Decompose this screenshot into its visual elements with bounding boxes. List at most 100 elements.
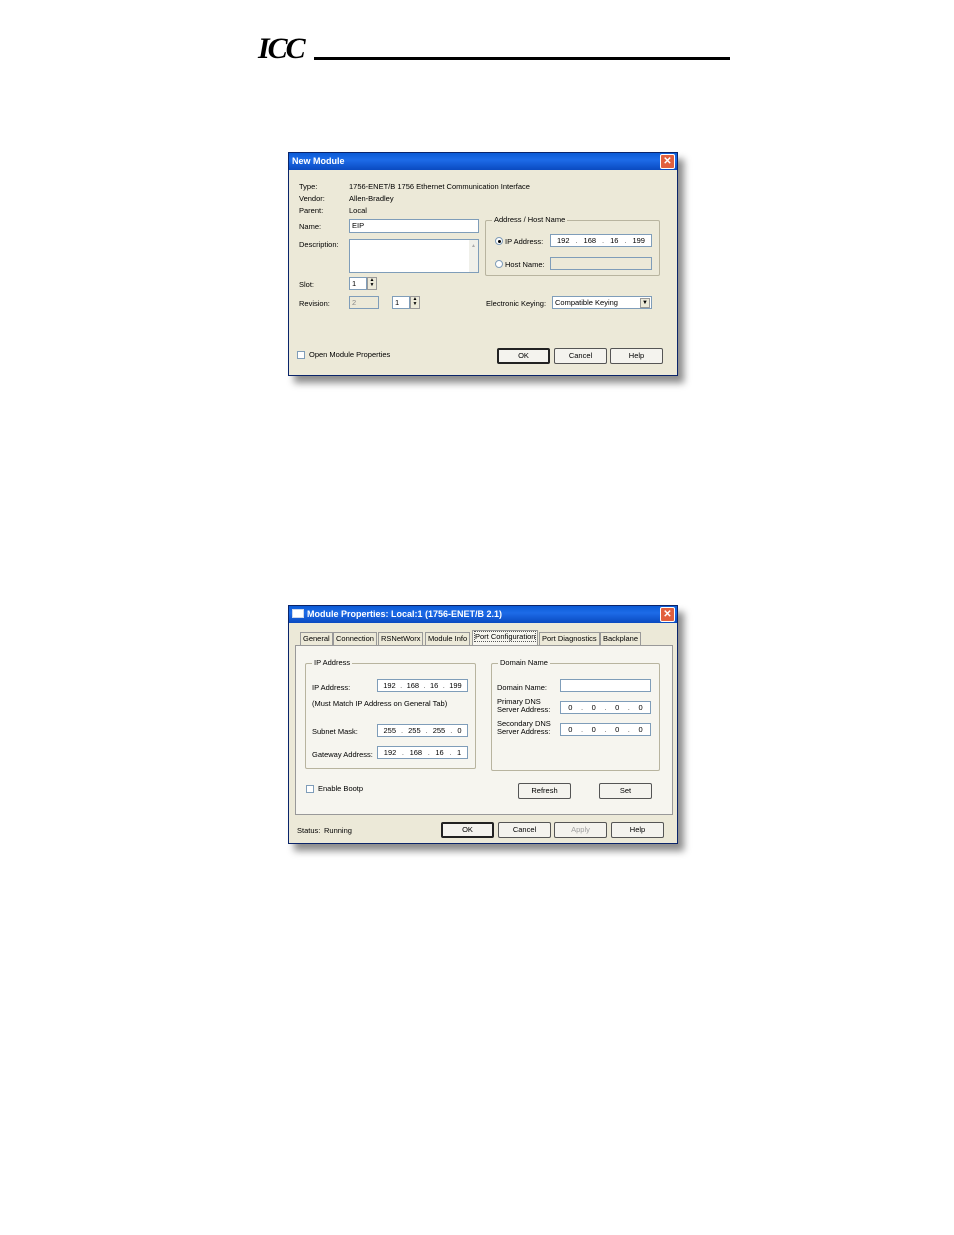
electronic-keying-label: Electronic Keying: [486, 299, 547, 308]
ok-button[interactable]: OK [441, 822, 494, 838]
tab-label: RSNetWorx [381, 634, 421, 643]
tab-module-info[interactable]: Module Info [425, 632, 471, 645]
status-value: Running [324, 826, 352, 835]
enable-bootp-label: Enable Bootp [318, 784, 364, 793]
ip-dot: . [450, 726, 453, 735]
chevron-down-icon[interactable]: ▼ [640, 298, 650, 308]
tab-strip: General Connection RSNetWorx Module Info… [300, 630, 660, 646]
close-icon[interactable]: ✕ [660, 607, 675, 622]
close-icon[interactable]: ✕ [660, 154, 675, 169]
secondary-dns-label-line2: Server Address: [497, 727, 551, 736]
dns-octet: 0 [615, 703, 620, 712]
apply-button[interactable]: Apply [554, 822, 607, 838]
refresh-button[interactable]: Refresh [518, 783, 571, 799]
primary-dns-field[interactable]: 0. 0. 0. 0 [560, 701, 651, 714]
gateway-octet: 1 [457, 748, 462, 757]
dns-octet: 0 [591, 703, 596, 712]
description-field[interactable]: ▲▼ [349, 239, 479, 273]
ip-dot: . [581, 703, 584, 712]
description-label: Description: [299, 240, 339, 249]
ip-dot: . [442, 681, 445, 690]
gateway-address-label: Gateway Address: [312, 750, 373, 759]
address-group-title: Address / Host Name [492, 215, 568, 224]
ip-octet: 16 [610, 236, 619, 245]
cancel-button[interactable]: Cancel [554, 348, 607, 364]
parent-label: Parent: [299, 206, 324, 215]
title-bar[interactable]: New Module ✕ [289, 153, 677, 170]
type-value: 1756-ENET/B 1756 Ethernet Communication … [349, 182, 530, 191]
header-rule [314, 57, 730, 60]
ok-button[interactable]: OK [497, 348, 550, 364]
ip-dot: . [581, 725, 584, 734]
electronic-keying-select[interactable]: Compatible Keying ▼ [552, 296, 652, 309]
open-module-properties-label: Open Module Properties [309, 350, 391, 359]
ip-dot: . [575, 236, 578, 245]
ip-dot: . [425, 726, 428, 735]
new-module-ip-field[interactable]: 192. 168. 16. 199 [550, 234, 652, 247]
name-field[interactable]: EIP [349, 219, 479, 233]
ip-note: (Must Match IP Address on General Tab) [312, 699, 448, 708]
revision-minor-field[interactable]: 1 [392, 296, 410, 309]
dialog-title: Module Properties: Local:1 (1756-ENET/B … [307, 609, 503, 619]
title-bar[interactable]: Module Properties: Local:1 (1756-ENET/B … [289, 606, 677, 623]
subnet-octet: 255 [432, 726, 446, 735]
tab-label: Backplane [603, 634, 639, 643]
tab-label: General [303, 634, 330, 643]
slot-field[interactable]: 1 [349, 277, 367, 290]
dialog-title: New Module [292, 156, 345, 166]
type-label: Type: [299, 182, 318, 191]
host-name-radio[interactable] [495, 260, 503, 268]
open-module-properties-checkbox[interactable] [297, 351, 305, 359]
dns-octet: 0 [568, 703, 573, 712]
help-button[interactable]: Help [610, 348, 663, 364]
ip-octet: 192 [383, 681, 396, 690]
enable-bootp-checkbox[interactable] [306, 785, 314, 793]
set-button[interactable]: Set [599, 783, 652, 799]
domain-name-field[interactable] [560, 679, 651, 692]
gateway-octet: 16 [435, 748, 444, 757]
dns-octet: 0 [638, 725, 643, 734]
tab-port-configuration[interactable]: Port Configuration [472, 630, 539, 645]
subnet-mask-field[interactable]: 255. 255. 255. 0 [377, 724, 468, 737]
subnet-mask-label: Subnet Mask: [312, 727, 358, 736]
help-button[interactable]: Help [611, 822, 664, 838]
secondary-dns-field[interactable]: 0. 0. 0. 0 [560, 723, 651, 736]
dns-octet: 0 [591, 725, 596, 734]
ip-octet: 192 [556, 236, 570, 245]
dns-octet: 0 [568, 725, 573, 734]
ip-address-radio[interactable] [495, 237, 503, 245]
cancel-button[interactable]: Cancel [498, 822, 551, 838]
ip-dot: . [449, 748, 452, 757]
status-label: Status: [297, 826, 321, 835]
revision-label: Revision: [299, 299, 330, 308]
ip-dot: . [423, 681, 426, 690]
tab-connection[interactable]: Connection [333, 632, 377, 645]
ip-dot: . [604, 703, 607, 712]
vendor-label: Vendor: [299, 194, 325, 203]
dns-octet: 0 [615, 725, 620, 734]
ip-dot: . [602, 236, 605, 245]
tab-general[interactable]: General [300, 632, 333, 645]
module-properties-dialog: Module Properties: Local:1 (1756-ENET/B … [288, 605, 678, 844]
ip-dot: . [401, 748, 404, 757]
ip-octet: 199 [632, 236, 645, 245]
ip-group-title: IP Address [312, 658, 353, 667]
gateway-address-field[interactable]: 192. 168. 16. 1 [377, 746, 468, 759]
primary-dns-label-line2: Server Address: [497, 705, 551, 714]
icc-logo: ICC [258, 32, 306, 65]
new-module-dialog: New Module ✕ Type: 1756-ENET/B 1756 Ethe… [288, 152, 678, 376]
tab-label: Connection [336, 634, 374, 643]
ip-dot: . [400, 681, 403, 690]
secondary-dns-label: Secondary DNS Server Address: [497, 720, 551, 736]
slot-spinner[interactable]: ▲ ▼ [367, 277, 377, 290]
ip-address-field[interactable]: 192. 168. 16. 199 [377, 679, 468, 692]
revision-minor-spinner[interactable]: ▲ ▼ [410, 296, 420, 309]
ip-dot: . [627, 703, 630, 712]
parent-value: Local [349, 206, 367, 215]
revision-major-field: 2 [349, 296, 379, 309]
tab-port-diagnostics[interactable]: Port Diagnostics [539, 632, 600, 645]
tab-rsnetworx[interactable]: RSNetWorx [378, 632, 424, 645]
tab-backplane[interactable]: Backplane [600, 632, 642, 645]
description-scrollbar[interactable]: ▲▼ [469, 240, 478, 272]
ip-octet: 168 [406, 681, 420, 690]
